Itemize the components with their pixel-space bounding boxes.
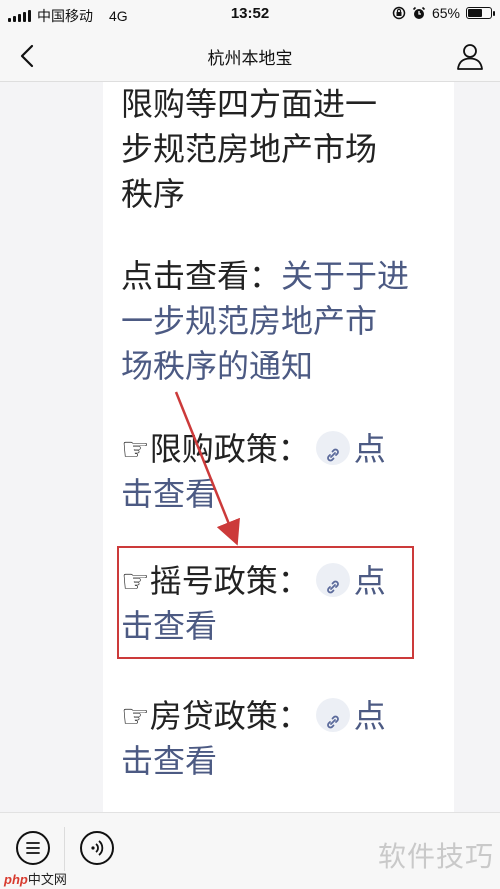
menu-button[interactable] xyxy=(16,831,50,865)
notice-link[interactable]: 关于于进 xyxy=(281,257,409,295)
article-body: 限购等四方面进一 步规范房地产市场 秩序 点击查看：关于于进 一步规范房地产市 … xyxy=(103,82,454,812)
policy-link[interactable]: 击查看 xyxy=(121,472,451,517)
status-right: 65% xyxy=(392,5,495,21)
policy-row: ☞限购政策： 点 xyxy=(121,427,451,472)
divider xyxy=(64,827,65,871)
policy-link[interactable]: 点 xyxy=(354,430,386,468)
rotation-lock-icon xyxy=(392,6,406,20)
battery-fill xyxy=(468,9,482,17)
nav-bar: 杭州本地宝 xyxy=(0,30,500,82)
link-icon[interactable] xyxy=(315,698,350,732)
profile-button[interactable] xyxy=(454,40,486,72)
audio-button[interactable] xyxy=(80,831,114,865)
policy-row: ☞房贷政策： 点 xyxy=(121,694,451,739)
link-icon[interactable] xyxy=(315,431,350,465)
policy-label: 限购政策： xyxy=(149,430,310,468)
bottom-bar: 软件技巧 php中文网 xyxy=(0,812,500,889)
policy-link[interactable]: 点 xyxy=(354,697,386,735)
notice-link[interactable]: 一步规范房地产市 xyxy=(121,299,451,344)
highlight-box xyxy=(117,546,414,659)
notice-prefix: 点击查看： xyxy=(121,257,282,295)
paragraph-line: 限购等四方面进一 xyxy=(121,85,378,123)
battery-percent: 65% xyxy=(431,5,460,21)
list-icon xyxy=(26,842,40,854)
sound-wave-icon xyxy=(91,840,104,856)
pointing-hand-icon: ☞ xyxy=(121,430,150,468)
policy-label: 房贷政策： xyxy=(149,697,310,735)
paragraph-line: 秩序 xyxy=(121,175,186,213)
battery-icon xyxy=(466,7,495,19)
policy-link[interactable]: 击查看 xyxy=(121,739,451,784)
notice-link[interactable]: 场秩序的通知 xyxy=(121,344,451,389)
notice-line: 点击查看：关于于进 xyxy=(121,254,451,299)
paragraph-line: 步规范房地产市场 xyxy=(121,130,378,168)
php-logo: php中文网 xyxy=(4,869,67,888)
status-bar: 中国移动 4G 13:52 65% xyxy=(0,0,500,30)
page-title: 杭州本地宝 xyxy=(207,49,293,69)
watermark: 软件技巧 xyxy=(377,840,494,873)
alarm-icon xyxy=(412,6,426,19)
logo-php: php xyxy=(4,872,28,887)
user-icon xyxy=(457,44,483,70)
pointing-hand-icon: ☞ xyxy=(121,697,150,735)
logo-cn: 中文网 xyxy=(27,872,67,887)
